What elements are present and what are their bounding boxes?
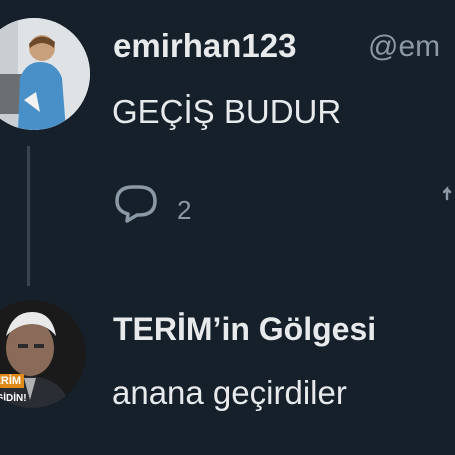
thread-connector-line (27, 146, 30, 286)
avatar[interactable]: TERİM GİDİN! (0, 300, 86, 408)
avatar-badge-gidin: GİDİN! (0, 393, 27, 404)
avatar-photo (0, 18, 90, 130)
avatar[interactable] (0, 18, 90, 130)
tweet-text: GEÇİŞ BUDUR (112, 93, 342, 130)
display-name[interactable]: emirhan123 (113, 27, 296, 65)
retweet-icon[interactable] (443, 185, 455, 205)
tweet-text: anana geçirdiler (112, 374, 347, 411)
avatar-badge-terim: TERİM (0, 374, 24, 388)
display-name[interactable]: TERİM’in Gölgesi (113, 311, 376, 348)
reply-count: 2 (177, 195, 192, 225)
user-handle[interactable]: @em (368, 30, 440, 64)
speech-bubble-icon (115, 185, 157, 223)
